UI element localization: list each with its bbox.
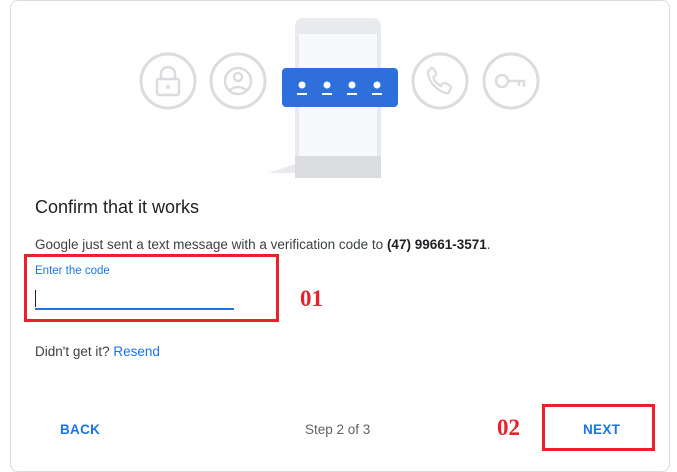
lock-icon [139,52,197,110]
description-suffix: . [486,237,491,252]
page-title: Confirm that it works [35,197,200,217]
back-button[interactable]: BACK [60,422,100,437]
phone-number: (47) 99661-3571 [386,237,487,252]
annotation-box-next-button [542,404,655,451]
verification-description: Google just sent a text message with a v… [35,237,491,252]
annotation-box-code-field [24,254,279,322]
step-indicator: Step 2 of 3 [305,422,371,437]
resend-link[interactable]: Resend [113,344,160,359]
description-text: Google just sent a text message with a v… [35,237,387,252]
key-icon [482,52,540,110]
code-badge [282,68,398,107]
resend-row: Didn't get it? Resend [35,344,160,359]
annotation-label-02: 02 [497,415,520,440]
account-icon [209,52,267,110]
resend-prompt: Didn't get it? [35,344,110,359]
annotation-label-01: 01 [300,286,323,311]
phone-call-icon [411,52,469,110]
phone-verification-illustration [139,18,540,178]
